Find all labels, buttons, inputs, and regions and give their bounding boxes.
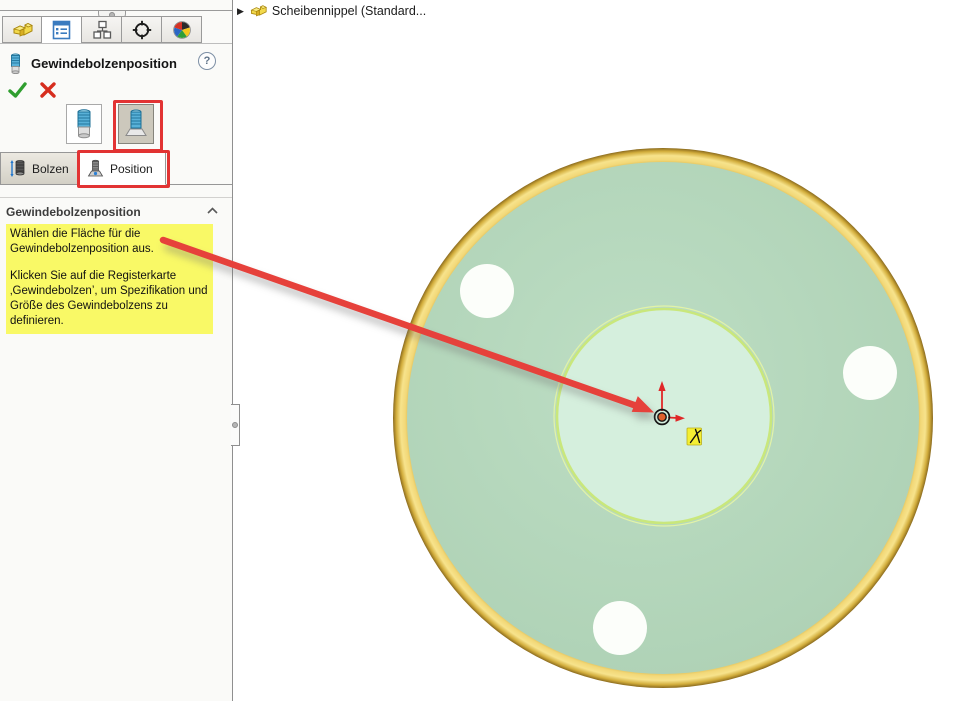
check-icon (7, 80, 29, 100)
stud-on-plate-icon (123, 108, 149, 140)
bolt-hole-top-left[interactable] (460, 264, 514, 318)
stud-on-surface-type-button[interactable] (118, 104, 154, 144)
tree-icon (92, 20, 112, 40)
dimxpertmanager-tab[interactable] (122, 16, 162, 43)
bolt-hole-bottom[interactable] (593, 601, 647, 655)
tab-position[interactable]: Position (78, 152, 166, 185)
manager-tab-strip (2, 16, 202, 44)
threaded-stud-icon (8, 52, 23, 75)
confirmation-corner (6, 79, 60, 101)
target-icon (132, 20, 152, 40)
panel-divider (0, 197, 232, 198)
breadcrumb: ▶ Scheibennippel (Standard... (237, 3, 426, 19)
stud-type-selector (66, 104, 154, 144)
stud-type-button[interactable] (66, 104, 102, 144)
bolt-hole-right[interactable] (843, 346, 897, 400)
property-manager-panel: Gewindebolzenposition ? (0, 0, 233, 701)
tab-bolzen[interactable]: Bolzen (0, 152, 79, 185)
breadcrumb-expander-icon[interactable]: ▶ (237, 6, 244, 17)
ball-icon (172, 20, 192, 40)
section-gewindebolzenposition[interactable]: Gewindebolzenposition (0, 203, 232, 221)
cross-icon (38, 80, 58, 100)
propertymanager-header: Gewindebolzenposition ? (0, 50, 232, 76)
section-title: Gewindebolzenposition (6, 205, 141, 219)
vertical-splitter-handle[interactable] (231, 404, 240, 446)
bolt-position-icon (87, 159, 104, 178)
part-icon (11, 21, 33, 39)
bolt-dimension-icon (9, 159, 26, 178)
list-icon (52, 20, 72, 40)
instruction-paragraph-1: Wählen die Fläche für die Gewindebolzenp… (10, 227, 209, 256)
instruction-message-box: Wählen die Fläche für die Gewindebolzenp… (6, 224, 213, 334)
origin-point (658, 413, 666, 421)
help-icon[interactable]: ? (198, 52, 216, 70)
ok-button[interactable] (6, 79, 30, 101)
solidworks-window: Gewindebolzenposition ? (0, 0, 971, 701)
tab-bolzen-label: Bolzen (32, 162, 69, 176)
sketch-relation-icon[interactable] (687, 428, 702, 445)
chevron-up-icon[interactable] (207, 207, 218, 214)
configurationmanager-tab[interactable] (82, 16, 122, 43)
tab-position-label: Position (110, 162, 153, 176)
tab-strip-underline (0, 43, 232, 44)
cancel-button[interactable] (36, 79, 60, 101)
splitter-dot-icon (232, 422, 238, 428)
page-title: Gewindebolzenposition (31, 56, 177, 71)
featuremanager-tab[interactable] (2, 16, 42, 43)
stud-icon (71, 108, 97, 140)
displaymanager-tab[interactable] (162, 16, 202, 43)
property-sub-tabs: Bolzen Position (0, 152, 232, 185)
breadcrumb-part-name[interactable]: Scheibennippel (Standard... (272, 4, 426, 18)
part-icon (249, 3, 267, 19)
propertymanager-tab[interactable] (42, 16, 82, 44)
instruction-paragraph-2: Klicken Sie auf die Registerkarte ‚Gewin… (10, 269, 209, 328)
